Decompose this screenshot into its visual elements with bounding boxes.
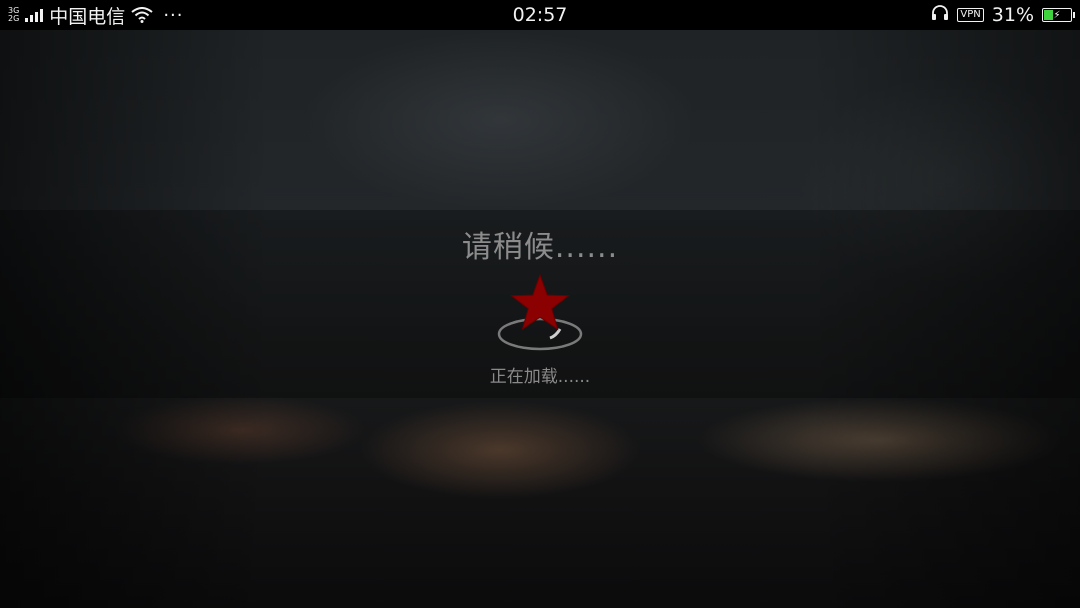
clock: 02:57 <box>512 4 568 26</box>
network-type-indicator: 3G 2G <box>8 7 19 23</box>
vpn-icon: VPN <box>957 8 984 22</box>
loading-subtitle: 正在加载...... <box>489 367 591 387</box>
carrier-name: 中国电信 <box>49 5 126 28</box>
network-type-secondary: 2G <box>8 14 20 23</box>
battery-charging-icon: ⚡ <box>1042 8 1075 22</box>
spinner-arc-icon <box>549 328 562 340</box>
spinner-ring-icon <box>497 317 583 351</box>
charging-bolt-icon: ⚡ <box>1053 9 1061 21</box>
signal-icon <box>25 8 44 22</box>
more-icon: ··· <box>163 4 184 26</box>
headphones-icon <box>931 4 949 26</box>
status-bar: 3G 2G 中国电信 ··· 02:57 VPN 31% ⚡ <box>0 0 1080 30</box>
status-bar-right: VPN 31% ⚡ <box>931 0 1075 30</box>
battery-percentage: 31% <box>991 4 1034 26</box>
loading-spinner <box>490 272 590 354</box>
status-bar-left: 3G 2G 中国电信 ··· <box>8 0 183 30</box>
wifi-icon <box>131 7 153 23</box>
loading-title: 请稍候...... <box>461 230 619 265</box>
